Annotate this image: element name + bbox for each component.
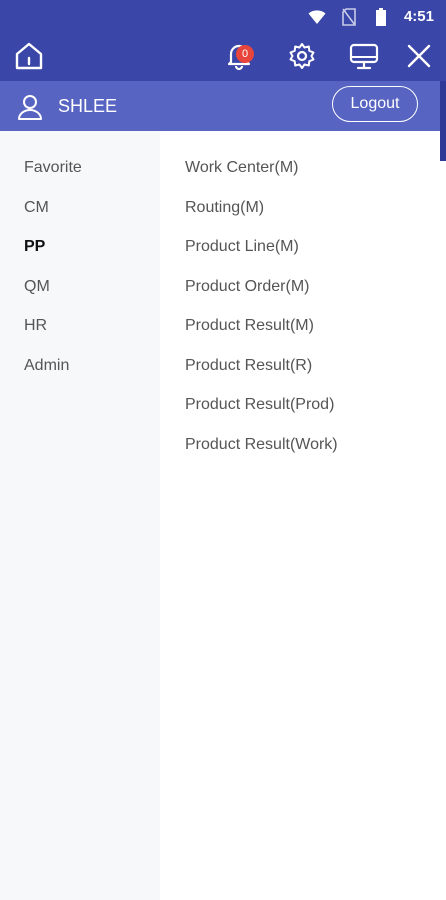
category-pp[interactable]: PP [24,238,45,256]
no-sim-icon [340,7,358,26]
category-favorite[interactable]: Favorite [24,159,82,177]
menu-item-product-result-m[interactable]: Product Result(M) [185,317,314,335]
user-icon [16,93,44,121]
gear-icon [287,41,317,76]
menu-item-product-order[interactable]: Product Order(M) [185,278,309,296]
user-name: SHLEE [58,96,118,116]
category-sidebar: Favorite CM PP QM HR Admin [0,131,160,900]
category-admin[interactable]: Admin [24,357,69,375]
wifi-icon [308,8,326,26]
battery-icon [372,7,390,26]
menu-item-product-result-r[interactable]: Product Result(R) [185,357,312,375]
category-hr[interactable]: HR [24,317,47,335]
status-bar: 4:51 [0,0,446,33]
menu-item-work-center[interactable]: Work Center(M) [185,159,299,177]
menu-item-product-result-work[interactable]: Product Result(Work) [185,436,338,454]
menu-item-routing[interactable]: Routing(M) [185,199,264,217]
monitor-icon [348,41,380,76]
close-button[interactable] [402,41,436,75]
menu-item-product-line[interactable]: Product Line(M) [185,238,299,256]
home-button[interactable] [12,41,46,75]
menu-item-product-result-prod[interactable]: Product Result(Prod) [185,396,334,414]
display-button[interactable] [347,41,381,75]
logout-button[interactable]: Logout [332,86,418,122]
close-icon [406,43,432,74]
user-bar: SHLEE Logout [0,81,440,131]
settings-button[interactable] [285,41,319,75]
submenu-list: Work Center(M) Routing(M) Product Line(M… [160,131,440,900]
scrollbar[interactable] [440,81,446,161]
top-toolbar: 0 [0,33,446,81]
home-icon [13,40,45,77]
status-time: 4:51 [403,8,434,25]
notification-button[interactable]: 0 [222,41,256,75]
notification-badge: 0 [236,45,254,63]
category-cm[interactable]: CM [24,199,49,217]
category-qm[interactable]: QM [24,278,50,296]
